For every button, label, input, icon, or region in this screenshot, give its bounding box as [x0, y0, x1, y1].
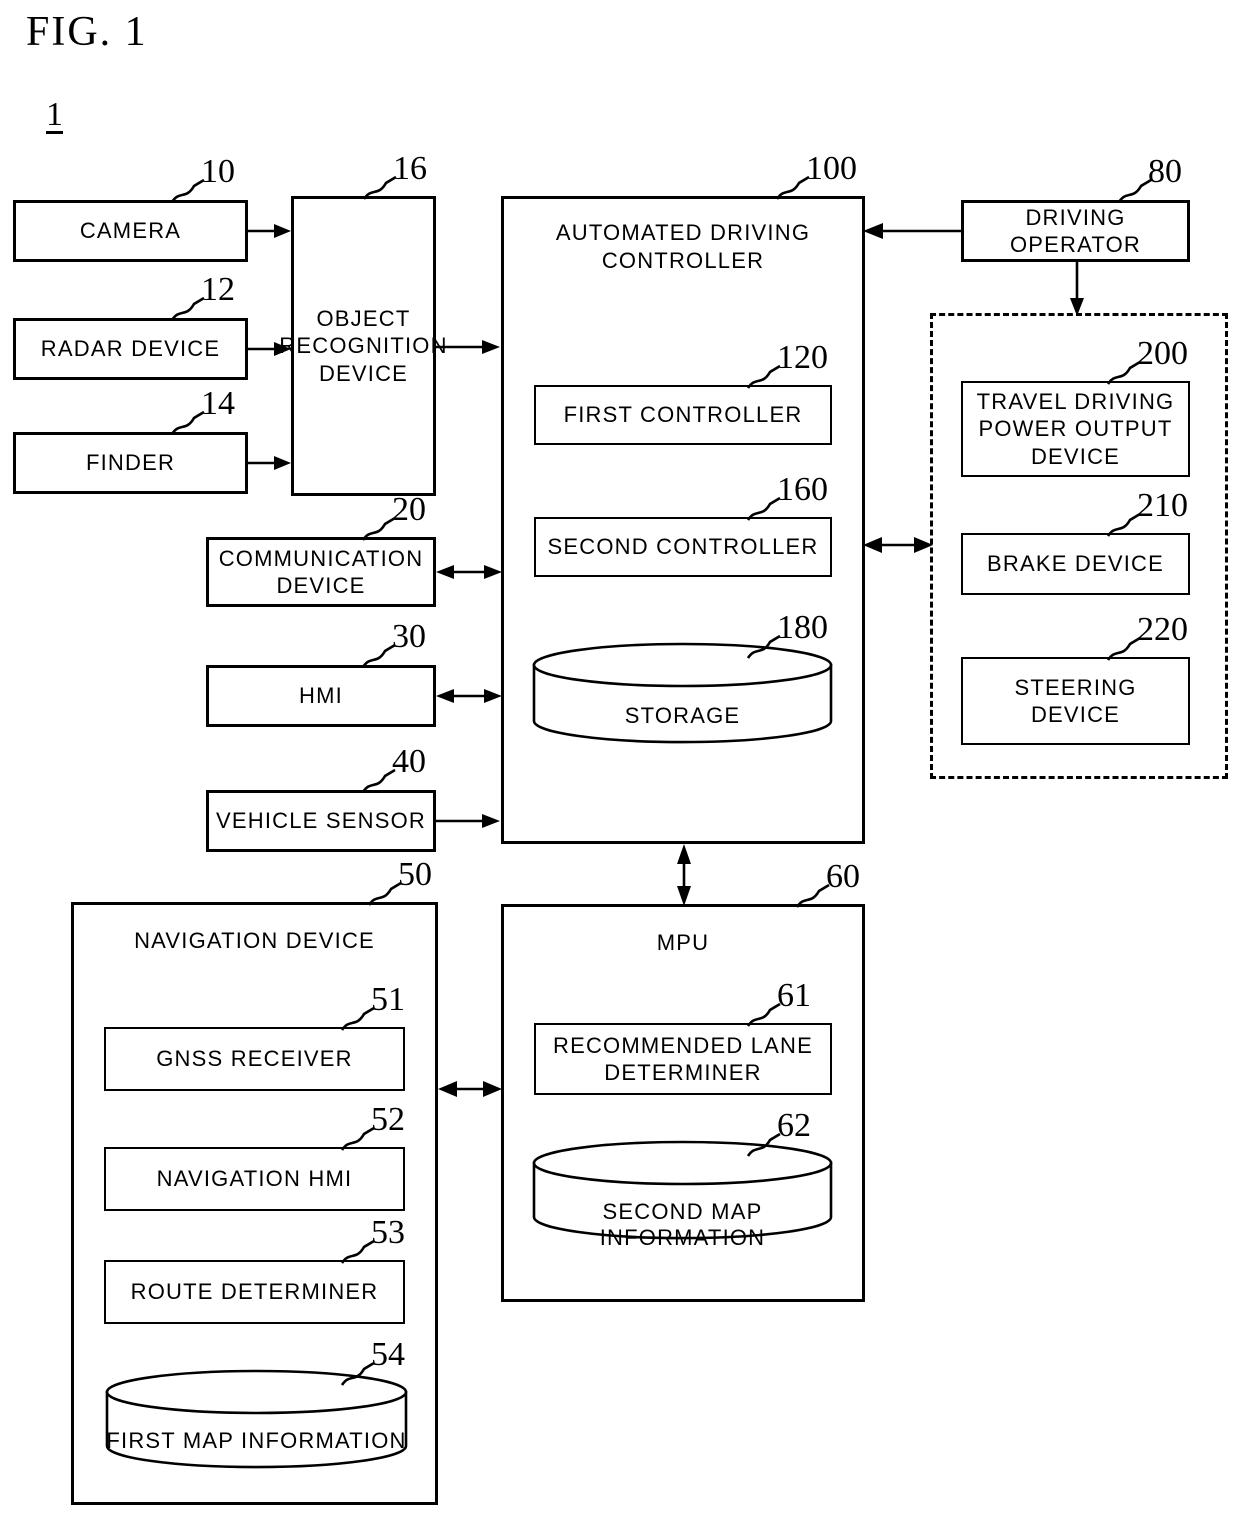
block-storage: STORAGE [531, 641, 834, 745]
arrow-controller-to-actuators [863, 534, 933, 556]
leader-hmi [361, 643, 401, 669]
leader-first-controller [746, 364, 786, 390]
block-communication-device: COMMUNICATION DEVICE [206, 537, 436, 607]
figure-title: FIG. 1 [26, 9, 148, 55]
block-communication-device-label: COMMUNICATION DEVICE [218, 545, 424, 599]
arrow-finder-to-object-recognition [248, 452, 293, 474]
arrow-radar-to-object-recognition [248, 338, 293, 360]
leader-finder [170, 410, 210, 436]
block-object-recognition-device-label: OBJECT RECOGNITION DEVICE [279, 305, 448, 386]
block-travel-driving-power-output-device-label: TRAVEL DRIVING POWER OUTPUT DEVICE [976, 388, 1175, 469]
arrow-navigation-device-to-mpu [438, 1078, 502, 1100]
patent-figure: FIG. 1 1 CAMERA 10 RADAR DEVICE 12 FINDE… [0, 0, 1240, 1520]
leader-vehicle-sensor [361, 768, 401, 794]
block-hmi: HMI [206, 665, 436, 727]
block-finder-label: FINDER [85, 450, 176, 476]
block-route-determiner-label: ROUTE DETERMINER [130, 1279, 379, 1305]
block-recommended-lane-determiner-label: RECOMMENDED LANE DETERMINER [552, 1032, 813, 1086]
arrow-camera-to-object-recognition [248, 220, 293, 242]
block-navigation-hmi: NAVIGATION HMI [104, 1147, 405, 1211]
arrow-controller-to-mpu [673, 844, 695, 906]
leader-route-determiner [340, 1239, 380, 1265]
block-navigation-device-label: NAVIGATION DEVICE [134, 928, 375, 953]
block-mpu-label: MPU [656, 930, 710, 955]
block-vehicle-sensor: VEHICLE SENSOR [206, 790, 436, 852]
block-brake-device: BRAKE DEVICE [961, 533, 1190, 595]
block-second-controller-label: SECOND CONTROLLER [547, 534, 819, 560]
leader-second-map-information [746, 1132, 786, 1158]
block-travel-driving-power-output-device: TRAVEL DRIVING POWER OUTPUT DEVICE [961, 381, 1190, 477]
leader-radar-device [170, 296, 210, 322]
block-route-determiner: ROUTE DETERMINER [104, 1260, 405, 1324]
block-first-map-information-label: FIRST MAP INFORMATION [106, 1428, 407, 1453]
leader-mpu [795, 883, 835, 909]
block-second-map-information-label: SECOND MAP INFORMATION [599, 1199, 766, 1250]
leader-travel-driving-power-output-device [1106, 360, 1146, 386]
block-vehicle-sensor-label: VEHICLE SENSOR [216, 808, 426, 834]
block-gnss-receiver: GNSS RECEIVER [104, 1027, 405, 1091]
block-finder: FINDER [13, 432, 248, 494]
arrow-object-recognition-to-controller [436, 336, 502, 358]
leader-navigation-hmi [340, 1126, 380, 1152]
block-steering-device: STEERING DEVICE [961, 657, 1190, 745]
block-hmi-label: HMI [299, 683, 343, 709]
block-radar-device: RADAR DEVICE [13, 318, 248, 380]
block-driving-operator-label: DRIVING OPERATOR [1009, 204, 1142, 258]
block-automated-driving-controller-label: AUTOMATED DRIVING CONTROLLER [555, 220, 811, 273]
block-storage-label: STORAGE [624, 703, 741, 728]
leader-driving-operator [1117, 178, 1157, 204]
block-radar-device-label: RADAR DEVICE [40, 336, 221, 362]
leader-second-controller [746, 496, 786, 522]
leader-object-recognition-device [362, 175, 402, 201]
block-first-controller-label: FIRST CONTROLLER [563, 402, 803, 428]
system-reference-numeral: 1 [46, 96, 63, 133]
block-gnss-receiver-label: GNSS RECEIVER [156, 1046, 353, 1072]
arrow-hmi-to-controller [436, 685, 502, 707]
leader-camera [170, 178, 210, 204]
block-first-controller: FIRST CONTROLLER [534, 385, 832, 445]
leader-gnss-receiver [340, 1006, 380, 1032]
block-driving-operator: DRIVING OPERATOR [961, 200, 1190, 262]
block-camera: CAMERA [13, 200, 248, 262]
block-object-recognition-device: OBJECT RECOGNITION DEVICE [279, 196, 447, 496]
leader-communication-device [361, 516, 401, 542]
arrow-vehicle-sensor-to-controller [436, 810, 502, 832]
leader-navigation-device [367, 881, 407, 907]
leader-recommended-lane-determiner [746, 1002, 786, 1028]
block-navigation-hmi-label: NAVIGATION HMI [156, 1166, 353, 1192]
block-camera-label: CAMERA [79, 218, 182, 244]
arrow-communication-device-to-controller [436, 561, 502, 583]
arrow-driving-operator-to-controller [863, 220, 963, 242]
leader-automated-driving-controller [775, 175, 815, 201]
block-second-map-information: SECOND MAP INFORMATION [531, 1139, 834, 1250]
leader-steering-device [1106, 636, 1146, 662]
block-second-controller: SECOND CONTROLLER [534, 517, 832, 577]
block-steering-device-label: STEERING DEVICE [1014, 674, 1137, 728]
arrow-driving-operator-to-actuators [1066, 262, 1088, 318]
block-brake-device-label: BRAKE DEVICE [986, 551, 1164, 577]
leader-brake-device [1106, 512, 1146, 538]
leader-first-map-information [340, 1361, 380, 1387]
leader-storage [746, 634, 786, 660]
block-recommended-lane-determiner: RECOMMENDED LANE DETERMINER [534, 1023, 832, 1095]
